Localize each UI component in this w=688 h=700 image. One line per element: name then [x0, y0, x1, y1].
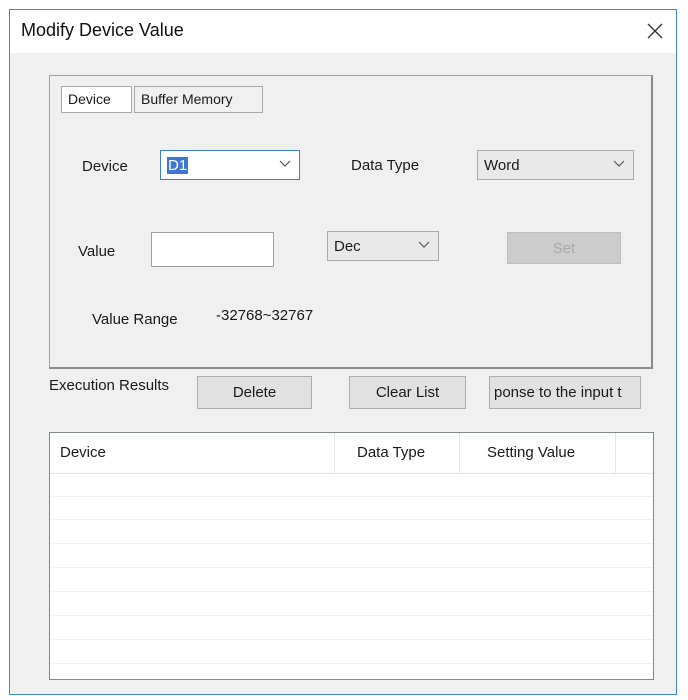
execution-results-label: Execution Results	[49, 377, 170, 394]
device-select-value: D1	[167, 157, 189, 174]
list-row-separator	[50, 496, 653, 497]
column-header-device[interactable]: Device	[50, 433, 335, 473]
device-label: Device	[82, 158, 128, 175]
value-range-value: -32768~32767	[216, 307, 314, 324]
format-select-value: Dec	[334, 238, 361, 255]
set-button-label: Set	[552, 239, 576, 257]
list-row-separator	[50, 519, 653, 520]
column-header-data-type[interactable]: Data Type	[335, 433, 460, 473]
value-range-label: Value Range	[92, 311, 178, 328]
close-button[interactable]	[640, 16, 670, 46]
dialog-title: Modify Device Value	[21, 20, 184, 40]
modify-device-value-dialog: Modify Device Value Device Buffer Memory…	[9, 9, 677, 695]
value-label: Value	[78, 243, 116, 260]
clear-list-button-label: Clear List	[375, 384, 440, 401]
device-select[interactable]: D1	[160, 150, 300, 180]
execution-results-list[interactable]: Device Data Type Setting Value	[49, 432, 654, 680]
response-button-label: ponse to the input t	[494, 384, 622, 401]
response-button[interactable]: ponse to the input t	[489, 376, 641, 409]
column-header-setting-value[interactable]: Setting Value	[460, 433, 616, 473]
tab-buffer-memory[interactable]: Buffer Memory	[134, 86, 263, 113]
tab-device[interactable]: Device	[61, 86, 132, 113]
list-row-separator	[50, 663, 653, 664]
clear-list-button[interactable]: Clear List	[349, 376, 466, 409]
set-button[interactable]: Set	[507, 232, 621, 264]
format-select[interactable]: Dec	[327, 231, 439, 261]
chevron-down-icon	[613, 160, 625, 167]
chevron-down-icon	[279, 160, 291, 167]
tab-buffer-memory-label: Buffer Memory	[141, 91, 233, 107]
list-header: Device Data Type Setting Value	[50, 433, 653, 474]
title-bar: Modify Device Value	[10, 10, 676, 53]
column-header-empty[interactable]	[616, 433, 653, 473]
list-row-separator	[50, 591, 653, 592]
tab-device-label: Device	[68, 91, 111, 107]
list-row-separator	[50, 615, 653, 616]
close-icon	[647, 23, 663, 39]
data-type-select[interactable]: Word	[477, 150, 634, 180]
list-row-separator	[50, 567, 653, 568]
value-input[interactable]	[151, 232, 274, 267]
data-type-select-value: Word	[484, 157, 520, 174]
chevron-down-icon	[418, 241, 430, 248]
list-row-separator	[50, 639, 653, 640]
delete-button[interactable]: Delete	[197, 376, 312, 409]
delete-button-label: Delete	[232, 384, 277, 401]
data-type-label: Data Type	[351, 157, 420, 174]
list-row-separator	[50, 543, 653, 544]
